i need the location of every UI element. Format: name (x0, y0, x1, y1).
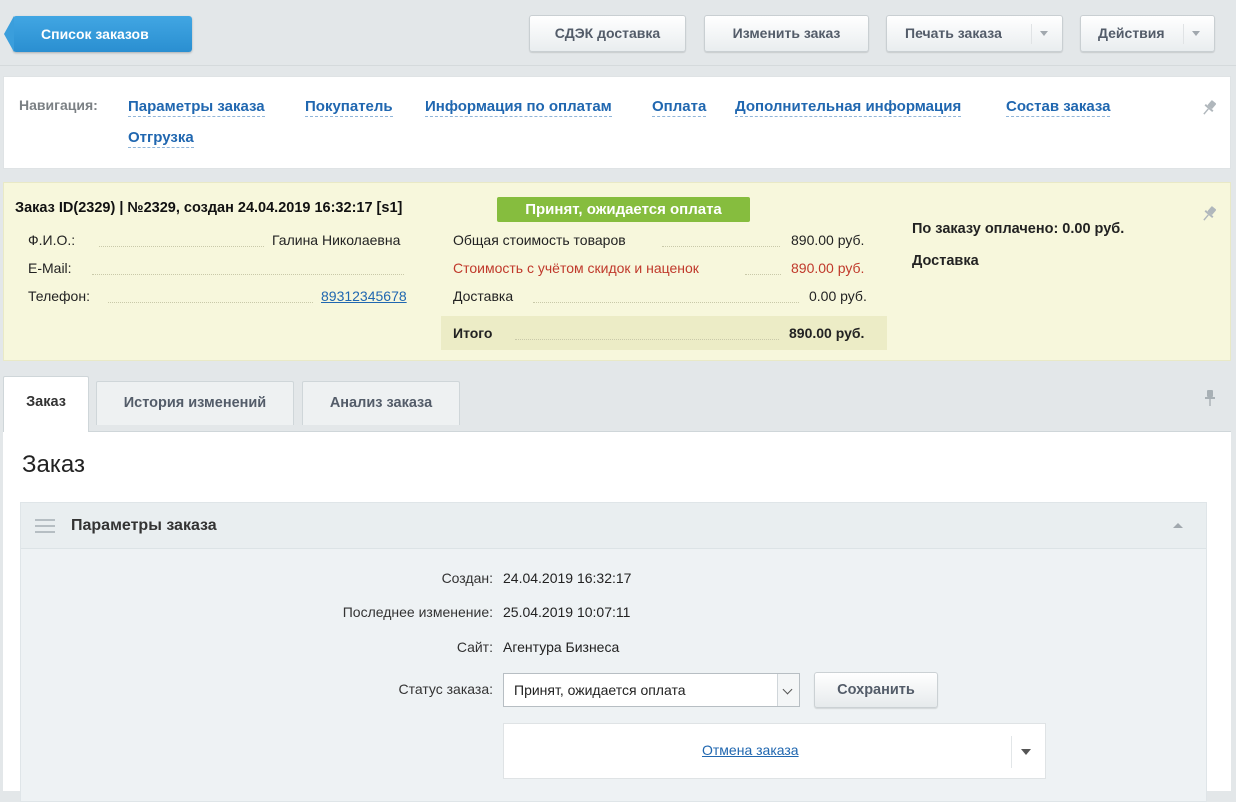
nav-link-additional-info[interactable]: Дополнительная информация (735, 98, 962, 117)
modified-label: Последнее изменение: (342, 604, 493, 620)
pin-icon[interactable] (1203, 389, 1217, 407)
edit-order-button[interactable]: Изменить заказ (704, 15, 869, 52)
status-label: Статус заказа: (398, 681, 493, 697)
divider (1031, 24, 1032, 44)
divider (1011, 736, 1012, 768)
navigation-label: Навигация: (19, 97, 98, 113)
nav-link-shipment[interactable]: Отгрузка (128, 129, 194, 148)
edit-order-label: Изменить заказ (732, 25, 841, 41)
nav-link-payment-info[interactable]: Информация по оплатам (425, 98, 612, 117)
save-button[interactable]: Сохранить (814, 672, 938, 708)
tab-analysis[interactable]: Анализ заказа (302, 381, 460, 425)
total-value: 890.00 руб. (789, 325, 865, 341)
cancel-order-box: Отмена заказа (503, 723, 1046, 779)
dotted-leader (92, 274, 404, 275)
goods-cost-label: Общая стоимость товаров (453, 232, 626, 248)
dotted-leader (515, 339, 779, 340)
delivery-heading: Доставка (912, 253, 979, 269)
delivery-cost-value: 0.00 руб. (809, 288, 867, 304)
actions-label: Действия (1098, 25, 1165, 41)
dotted-leader (108, 302, 313, 303)
tab-history[interactable]: История изменений (96, 381, 294, 425)
order-status-selected: Принят, ожидается оплата (514, 682, 686, 698)
section-title: Параметры заказа (71, 517, 217, 534)
top-toolbar: Список заказов СДЭК доставка Изменить за… (0, 0, 1236, 66)
goods-cost-value: 890.00 руб. (791, 232, 865, 248)
chevron-down-icon[interactable] (1021, 749, 1031, 755)
order-summary: Заказ ID(2329) | №2329, создан 24.04.201… (3, 182, 1231, 361)
print-order-label: Печать заказа (905, 25, 1002, 41)
discount-cost-value: 890.00 руб. (791, 260, 865, 276)
pin-icon[interactable] (1202, 205, 1216, 223)
total-label: Итого (453, 325, 493, 341)
order-navigation: Навигация: Параметры заказа Покупатель И… (3, 76, 1231, 169)
page-title: Заказ (22, 451, 85, 478)
phone-link[interactable]: 89312345678 (321, 288, 407, 304)
order-params-section: Параметры заказа Создан: 24.04.2019 16:3… (20, 502, 1207, 802)
order-status-badge: Принят, ожидается оплата (497, 197, 750, 222)
nav-link-order-params[interactable]: Параметры заказа (128, 98, 265, 117)
cdek-delivery-button[interactable]: СДЭК доставка (529, 15, 686, 52)
modified-value: 25.04.2019 10:07:11 (503, 604, 631, 620)
created-value: 24.04.2019 16:32:17 (503, 570, 632, 586)
divider (1183, 24, 1184, 44)
pin-icon[interactable] (1202, 99, 1216, 117)
paid-amount: По заказу оплачено: 0.00 руб. (912, 221, 1125, 237)
order-main-panel: Заказ Параметры заказа Создан: 24.04.201… (3, 431, 1231, 802)
cancel-order-link[interactable]: Отмена заказа (702, 742, 799, 758)
site-label: Сайт: (456, 639, 493, 655)
chevron-down-icon (1192, 31, 1200, 36)
actions-button[interactable]: Действия (1080, 15, 1215, 52)
fio-value: Галина Николаевна (272, 232, 401, 248)
dotted-leader (99, 246, 264, 247)
tab-order[interactable]: Заказ (3, 376, 89, 432)
chevron-down-icon (1040, 31, 1048, 36)
delivery-cost-label: Доставка (453, 288, 514, 304)
section-header[interactable]: Параметры заказа (21, 503, 1206, 549)
discount-cost-label: Стоимость с учётом скидок и наценок (453, 260, 699, 276)
site-value: Агентура Бизнеса (503, 639, 620, 655)
nav-link-payment[interactable]: Оплата (652, 98, 707, 117)
nav-link-order-contents[interactable]: Состав заказа (1006, 98, 1111, 117)
dotted-leader (745, 274, 781, 275)
order-title: Заказ ID(2329) | №2329, создан 24.04.201… (15, 200, 403, 216)
dotted-leader (662, 246, 780, 247)
cdek-delivery-label: СДЭК доставка (554, 25, 661, 41)
print-order-button[interactable]: Печать заказа (886, 15, 1063, 52)
collapse-icon[interactable] (1173, 523, 1183, 528)
chevron-down-icon[interactable] (777, 674, 799, 706)
dotted-leader (533, 302, 799, 303)
order-list-back-button[interactable]: Список заказов (4, 16, 192, 52)
total-row: Итого 890.00 руб. (441, 316, 887, 350)
nav-link-buyer[interactable]: Покупатель (305, 98, 393, 117)
order-status-select[interactable]: Принят, ожидается оплата (503, 673, 800, 707)
fio-label: Ф.И.О.: (28, 232, 76, 248)
phone-label: Телефон: (28, 288, 90, 304)
created-label: Создан: (441, 570, 493, 586)
email-label: E-Mail: (28, 260, 72, 276)
drag-handle-icon[interactable] (35, 519, 55, 533)
